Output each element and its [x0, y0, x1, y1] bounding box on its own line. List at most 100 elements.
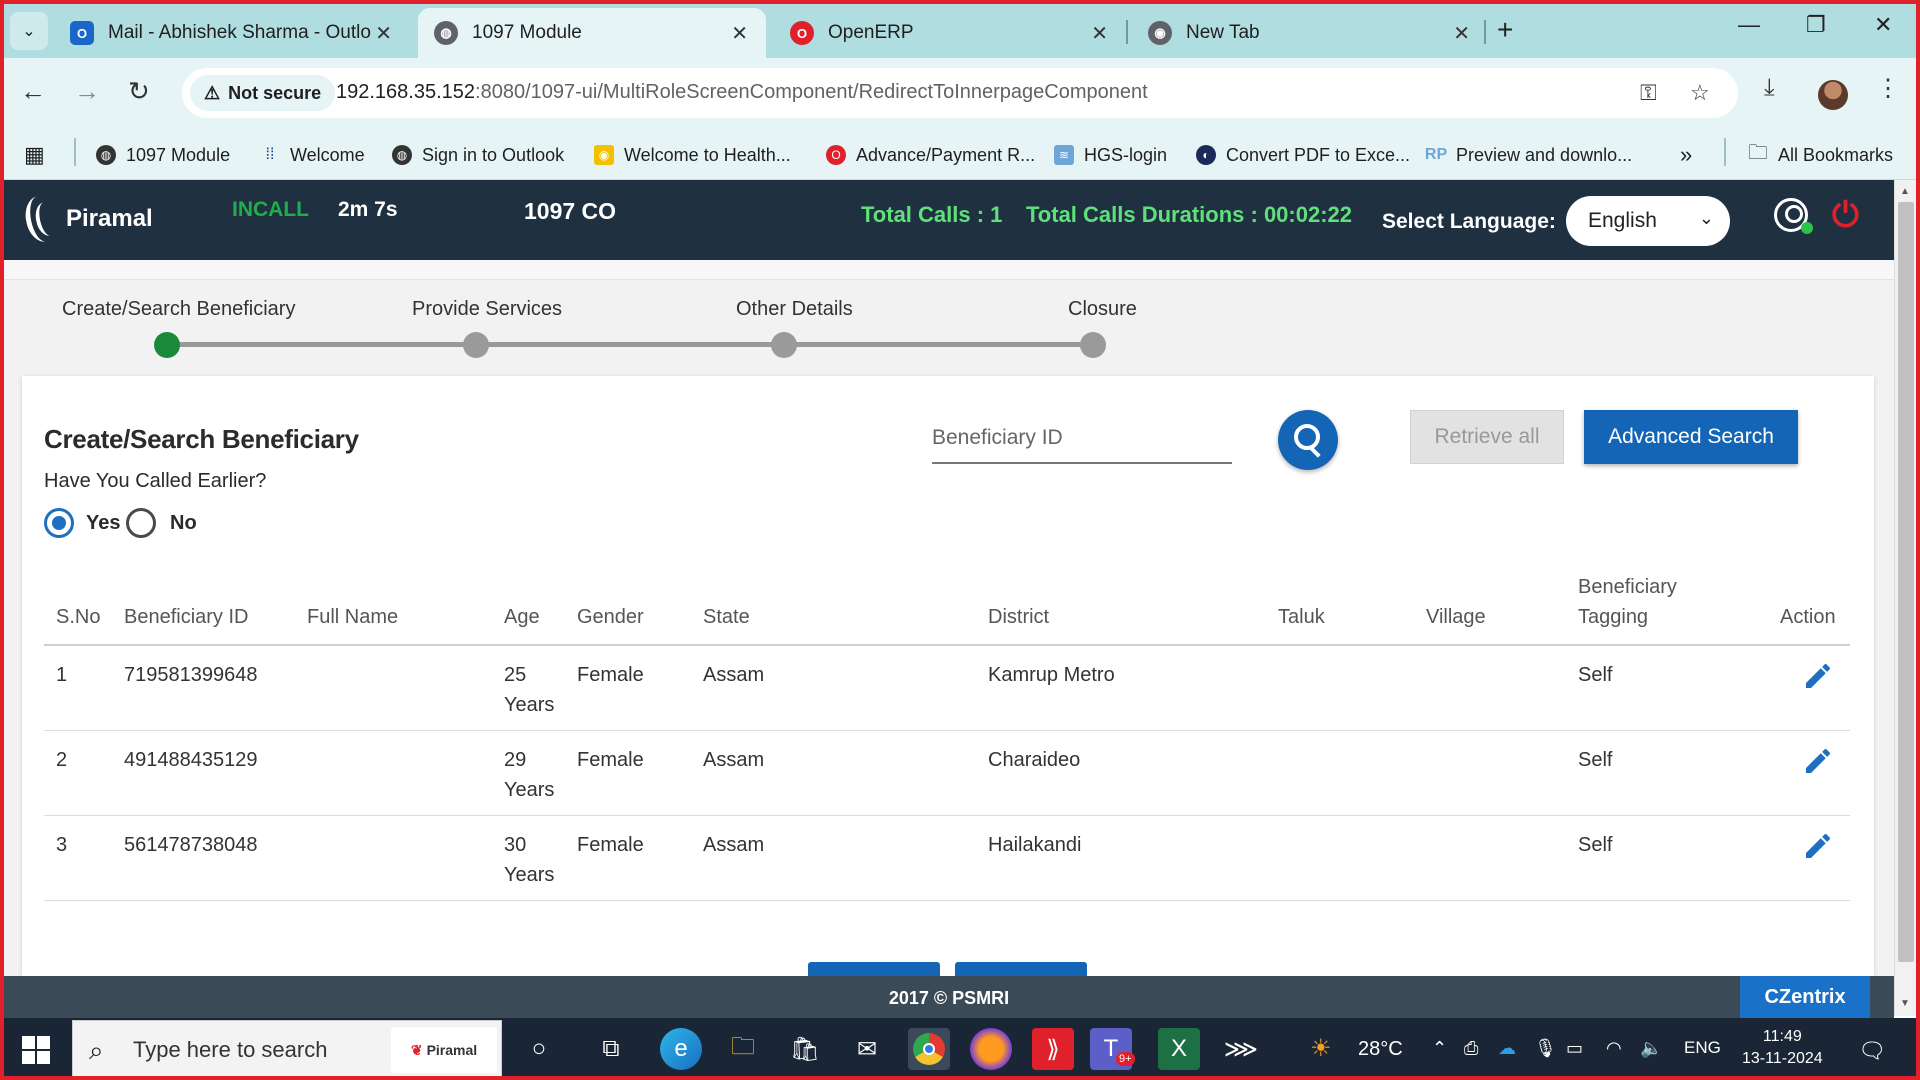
windows-start-icon[interactable]: [22, 1036, 50, 1064]
scroll-up-icon[interactable]: ▲: [1900, 186, 1910, 197]
teams-icon[interactable]: T 9+: [1090, 1028, 1135, 1070]
logo-text: Piramal: [66, 205, 153, 232]
bookmark-label: Sign in to Outlook: [422, 144, 565, 165]
battery-icon[interactable]: ▭: [1566, 1038, 1583, 1059]
tab-new-tab[interactable]: ◉ New Tab ✕: [1132, 8, 1488, 58]
bookmark-outlook[interactable]: ◍ Sign in to Outlook: [392, 140, 564, 170]
step-dot-other-details[interactable]: [771, 332, 797, 358]
meet-icon[interactable]: ⎙: [1464, 1038, 1478, 1059]
advanced-search-button[interactable]: Advanced Search: [1584, 410, 1798, 464]
input-language[interactable]: ENG: [1684, 1038, 1721, 1058]
password-key-icon[interactable]: ⚿: [1640, 80, 1657, 106]
close-icon[interactable]: ✕: [731, 21, 748, 46]
czentrix-button[interactable]: CZentrix: [1740, 976, 1870, 1018]
minimize-icon[interactable]: —: [1738, 12, 1760, 38]
firefox-icon[interactable]: [970, 1028, 1012, 1070]
bottom-action-button-2[interactable]: [955, 962, 1087, 976]
language-select[interactable]: English ⌄: [1566, 196, 1730, 246]
edit-pencil-icon[interactable]: [1802, 830, 1834, 862]
excel-icon[interactable]: X: [1158, 1028, 1200, 1070]
radio-no[interactable]: [126, 508, 156, 538]
tray-chevron-icon[interactable]: ⌃: [1432, 1038, 1447, 1059]
step-label-create-search[interactable]: Create/Search Beneficiary: [62, 298, 295, 321]
bookmarks-overflow-button[interactable]: »: [1680, 140, 1692, 170]
scrollbar-thumb[interactable]: [1898, 202, 1914, 962]
apps-grid-icon[interactable]: ▦: [24, 140, 45, 170]
radio-no-label[interactable]: No: [170, 512, 197, 535]
bookmark-health[interactable]: ◉ Welcome to Health...: [594, 140, 791, 170]
reload-icon[interactable]: ↻: [128, 76, 150, 107]
download-icon[interactable]: ⤓: [1764, 74, 1775, 102]
edit-pencil-icon[interactable]: [1802, 745, 1834, 777]
onedrive-icon[interactable]: ☁: [1498, 1038, 1516, 1059]
back-icon[interactable]: ←: [20, 76, 46, 107]
step-dot-closure[interactable]: [1080, 332, 1106, 358]
cell-tagging: Self: [1578, 749, 1613, 771]
cell-beneficiary-id[interactable]: 719581399648: [124, 664, 257, 687]
close-icon[interactable]: ✕: [1453, 21, 1470, 46]
app-icon[interactable]: ⋙: [1220, 1028, 1262, 1070]
taskbar-search-placeholder: Type here to search: [133, 1037, 328, 1062]
all-bookmarks[interactable]: 🗀 All Bookmarks: [1748, 140, 1893, 170]
task-view-icon[interactable]: ⧉: [590, 1028, 632, 1070]
taskbar-search[interactable]: ⌕ Type here to search ❦ Piramal: [72, 1020, 502, 1078]
step-label-other-details[interactable]: Other Details: [736, 298, 853, 321]
profile-avatar[interactable]: [1818, 80, 1848, 110]
step-dot-provide-services[interactable]: [463, 332, 489, 358]
tab-mail[interactable]: O Mail - Abhishek Sharma - Outlo ✕: [54, 8, 410, 58]
restore-icon[interactable]: ❐: [1806, 12, 1826, 38]
radio-yes[interactable]: [44, 508, 74, 538]
bookmark-convert-pdf[interactable]: ◐ Convert PDF to Exce...: [1196, 140, 1410, 170]
cortana-icon[interactable]: ○: [518, 1028, 560, 1070]
window-close-icon[interactable]: ✕: [1874, 12, 1892, 38]
microphone-icon[interactable]: 🎙: [1534, 1038, 1557, 1059]
col-header-beneficiary-id: Beneficiary ID: [124, 606, 249, 628]
edit-pencil-icon[interactable]: [1802, 660, 1834, 692]
scroll-down-icon[interactable]: ▼: [1900, 998, 1910, 1009]
security-chip[interactable]: ⚠ Not secure: [190, 75, 336, 111]
step-label-provide-services[interactable]: Provide Services: [412, 298, 562, 321]
forward-icon[interactable]: →: [74, 76, 100, 107]
weather-icon[interactable]: ☀: [1310, 1034, 1332, 1063]
bookmark-star-icon[interactable]: ☆: [1690, 80, 1710, 106]
bookmark-advance-payment[interactable]: O Advance/Payment R...: [826, 140, 1035, 170]
cell-beneficiary-id[interactable]: 491488435129: [124, 749, 257, 772]
url-text[interactable]: 192.168.35.152:8080/1097-ui/MultiRoleScr…: [336, 81, 1148, 104]
mail-icon[interactable]: ✉: [846, 1028, 888, 1070]
cell-age: 30: [504, 834, 527, 856]
search-button[interactable]: [1278, 410, 1338, 470]
cell-beneficiary-id[interactable]: 561478738048: [124, 834, 257, 857]
tab-1097-module[interactable]: ◍ 1097 Module ✕: [418, 8, 766, 58]
anydesk-icon[interactable]: ⟫: [1032, 1028, 1074, 1070]
store-icon[interactable]: 🛍: [784, 1028, 826, 1070]
bookmark-preview-download[interactable]: RP Preview and downlo...: [1425, 140, 1632, 170]
notifications-icon[interactable]: 🗨: [1858, 1038, 1886, 1064]
cell-tagging: Self: [1578, 664, 1613, 686]
chrome-icon[interactable]: [908, 1028, 950, 1070]
volume-icon[interactable]: 🔈: [1640, 1038, 1662, 1059]
menu-icon[interactable]: ⋮: [1876, 74, 1900, 103]
close-icon[interactable]: ✕: [375, 21, 392, 46]
bookmark-welcome[interactable]: ⁞⁞ Welcome: [260, 140, 365, 170]
radio-yes-label[interactable]: Yes: [86, 512, 120, 535]
step-label-closure[interactable]: Closure: [1068, 298, 1137, 321]
weather-temp[interactable]: 28°C: [1358, 1038, 1403, 1061]
close-icon[interactable]: ✕: [1091, 21, 1108, 46]
power-logout-icon[interactable]: ⏻: [1832, 196, 1859, 235]
new-tab-button[interactable]: +: [1497, 14, 1513, 46]
tab-openerp[interactable]: O OpenERP ✕: [774, 8, 1126, 58]
page-scrollbar[interactable]: ▲ ▼: [1894, 180, 1916, 1016]
cell-state: Assam: [703, 749, 765, 771]
system-clock[interactable]: 11:49 13-11-2024: [1742, 1026, 1823, 1070]
file-explorer-icon[interactable]: 🗀: [722, 1028, 764, 1070]
retrieve-all-button[interactable]: Retrieve all: [1410, 410, 1564, 464]
edge-icon[interactable]: e: [660, 1028, 702, 1070]
address-bar[interactable]: ⚠ Not secure 192.168.35.152:8080/1097-ui…: [182, 68, 1738, 118]
bookmark-1097-module[interactable]: ◍ 1097 Module: [96, 140, 230, 170]
wifi-icon[interactable]: ◠: [1606, 1038, 1622, 1059]
step-dot-create-search[interactable]: [154, 332, 180, 358]
bottom-action-button-1[interactable]: [808, 962, 940, 976]
beneficiary-id-input[interactable]: [932, 414, 1232, 464]
tab-search-button[interactable]: ⌄: [10, 12, 48, 50]
bookmark-hgs-login[interactable]: ≋ HGS-login: [1054, 140, 1167, 170]
